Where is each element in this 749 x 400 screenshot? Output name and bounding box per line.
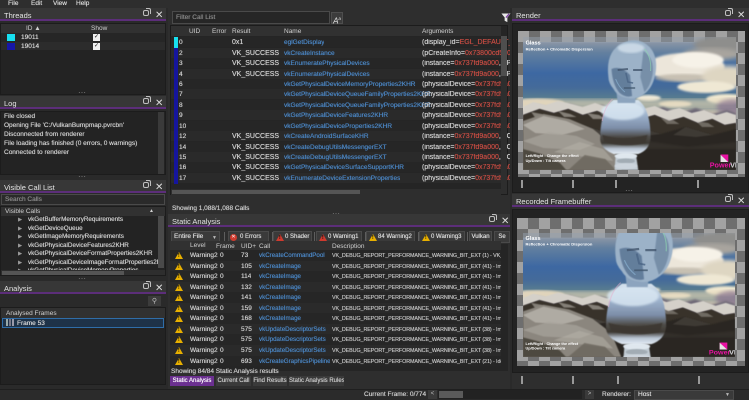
svg-text:Left/Right : Change the effect: Left/Right : Change the effect bbox=[526, 342, 579, 346]
svg-text:Power: Power bbox=[710, 162, 732, 170]
svg-text:Up/Down : Tilt camera: Up/Down : Tilt camera bbox=[526, 347, 567, 351]
svg-text:VR: VR bbox=[729, 350, 735, 357]
svg-text:Power: Power bbox=[709, 350, 731, 357]
svg-text:VR: VR bbox=[730, 162, 736, 170]
svg-text:Left/Right : Change the effect: Left/Right : Change the effect bbox=[526, 154, 580, 158]
svg-text:Reflection + Chromatic Dispers: Reflection + Chromatic Dispersion bbox=[526, 242, 593, 247]
svg-text:Up/Down : Tilt camera: Up/Down : Tilt camera bbox=[526, 159, 567, 163]
svg-text:Reflection + Chromatic Dispers: Reflection + Chromatic Dispersion bbox=[526, 47, 594, 52]
